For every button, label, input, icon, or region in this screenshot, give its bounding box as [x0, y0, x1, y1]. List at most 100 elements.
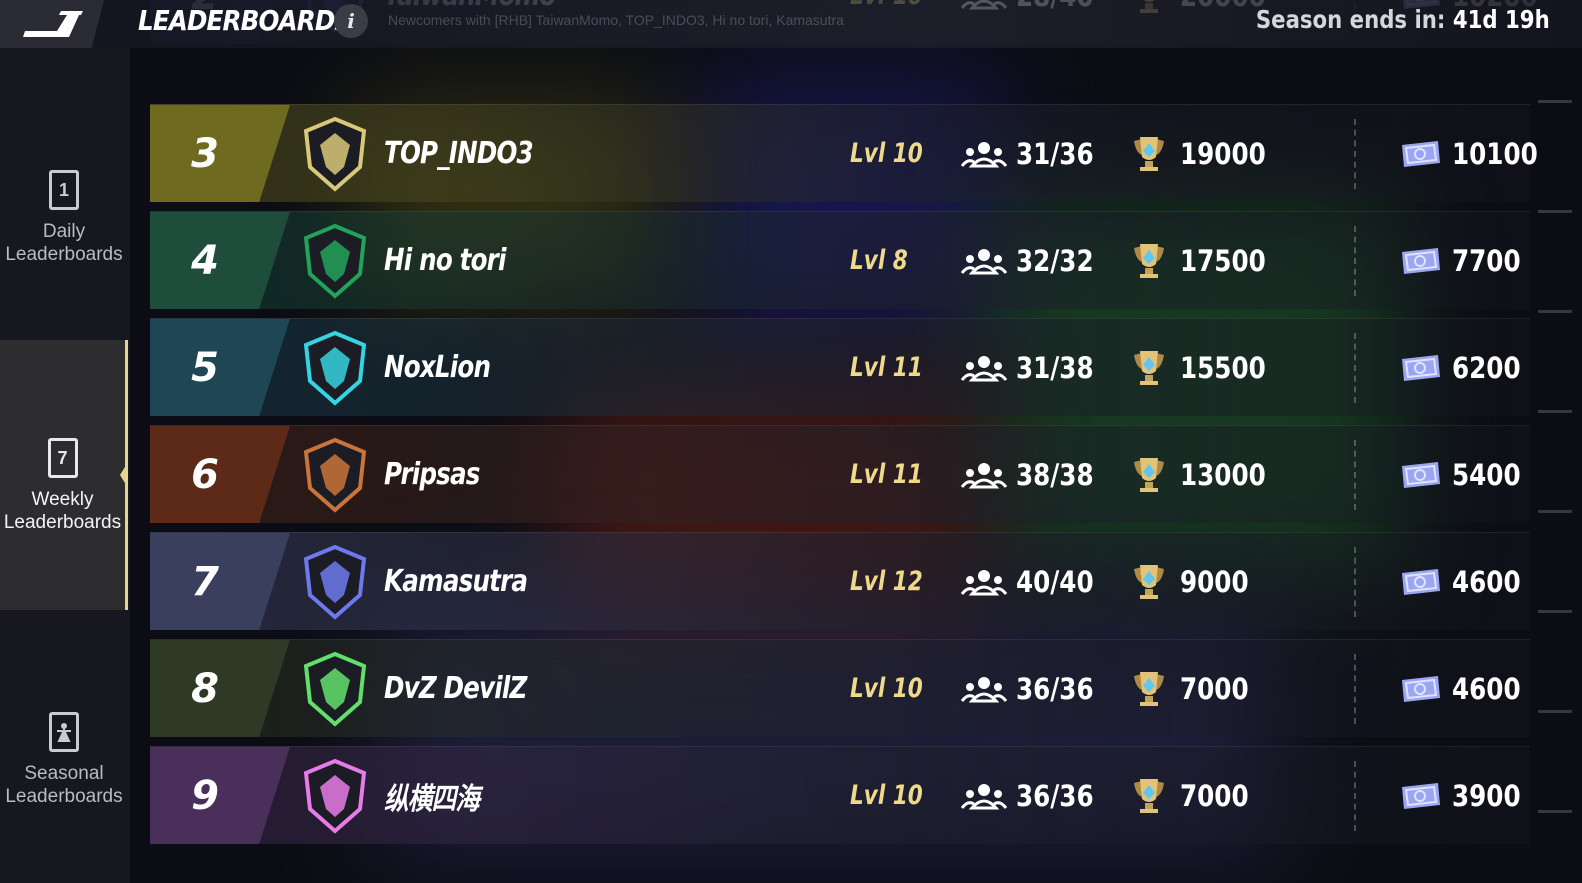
leaderboard-list: 2TaiwanMomoLvl 1028/4020000102003TOP_IND… [150, 0, 1582, 883]
ticket-reward: 3900 [1398, 747, 1533, 844]
members-icon [960, 248, 1008, 274]
sidebar-item-label: Daily Leaderboards [5, 221, 123, 265]
members-icon [960, 569, 1008, 595]
page-title: LEADERBOARDS [138, 4, 352, 37]
app-logo[interactable] [0, 0, 104, 48]
sidebar-item-label: Weekly Leaderboards [3, 489, 122, 533]
guild-name: 纵横四海 [384, 781, 480, 817]
sidebar-item-label: Seasonal Leaderboards [5, 763, 123, 807]
members-icon [960, 141, 1008, 167]
guild-emblem-icon [300, 650, 370, 728]
season-timer: Season ends in: 41d 19h [1256, 5, 1550, 34]
members-value: 36/36 [1016, 671, 1094, 706]
guild-level: Lvl 10 [850, 673, 923, 704]
active-indicator [120, 462, 128, 488]
ticket-icon [1402, 354, 1440, 381]
guild-level: Lvl 11 [850, 459, 923, 490]
scroll-indicator[interactable] [1532, 60, 1572, 860]
ticket-value: 7700 [1452, 243, 1521, 278]
member-count: 31/36 [960, 105, 1107, 202]
sidebar: 1 Daily Leaderboards 7 Weekly Leaderboar… [0, 48, 130, 883]
info-button[interactable]: i [334, 4, 368, 38]
guild-level: Lvl 11 [850, 352, 923, 383]
sidebar-item-daily[interactable]: 1 Daily Leaderboards [0, 170, 128, 320]
logo-icon [23, 11, 83, 37]
divider [1354, 119, 1356, 189]
members-value: 38/38 [1016, 457, 1094, 492]
ticket-reward: 5400 [1398, 426, 1533, 523]
guild-level: Lvl 10 [850, 138, 923, 169]
guild-emblem-icon [300, 222, 370, 300]
members-icon [960, 462, 1008, 488]
guild-emblem-icon [300, 757, 370, 835]
guild-emblem-icon [300, 115, 370, 193]
ticket-icon [1402, 140, 1440, 167]
rank-number: 4 [191, 237, 219, 284]
news-ticker: Newcomers with [RHB] TaiwanMomo, TOP_IND… [388, 12, 844, 28]
ticket-value: 4600 [1452, 671, 1521, 706]
leaderboard-row[interactable]: 4 Hi no tori Lvl 8 32/32 17500 7700 [150, 211, 1530, 309]
trophy-icon [1134, 243, 1164, 278]
guild-emblem-icon [300, 436, 370, 514]
member-count: 36/36 [960, 640, 1107, 737]
guild-name: Kamasutra [384, 564, 528, 599]
member-count: 38/38 [960, 426, 1107, 523]
guild-emblem-icon [300, 543, 370, 621]
sidebar-item-weekly[interactable]: 7 Weekly Leaderboards [0, 340, 128, 610]
ticket-value: 6200 [1452, 350, 1521, 385]
members-icon [960, 783, 1008, 809]
trophy-icon [1134, 136, 1164, 171]
ticket-value: 5400 [1452, 457, 1521, 492]
trophy-icon [1134, 350, 1164, 385]
leaderboard-row[interactable]: 3 TOP_INDO3 Lvl 10 31/36 19000 10100 [150, 104, 1538, 202]
trophy-icon [1134, 457, 1164, 492]
trophy-icon [1134, 564, 1164, 599]
trophy-score: 7000 [1128, 640, 1261, 737]
trophy-value: 13000 [1180, 457, 1266, 492]
members-value: 36/36 [1016, 778, 1094, 813]
members-value: 31/36 [1016, 136, 1094, 171]
divider [1354, 333, 1356, 403]
rank-number: 5 [191, 344, 219, 391]
guild-name: TOP_INDO3 [384, 136, 534, 171]
leaderboard-row[interactable]: 7 Kamasutra Lvl 12 40/40 9000 4600 [150, 532, 1530, 630]
seasonal-figure-icon [49, 712, 79, 752]
guild-level: Lvl 12 [850, 566, 923, 597]
ticket-reward: 4600 [1398, 640, 1533, 737]
divider [1354, 761, 1356, 831]
leaderboard-row[interactable]: 6 Pripsas Lvl 11 38/38 13000 5400 [150, 425, 1530, 523]
member-count: 40/40 [960, 533, 1107, 630]
ticket-value: 10100 [1452, 136, 1538, 171]
rank-number: 9 [191, 772, 219, 819]
trophy-value: 19000 [1180, 136, 1266, 171]
leaderboard-row[interactable]: 9 纵横四海 Lvl 10 36/36 7000 3900 [150, 746, 1530, 844]
trophy-icon [1134, 778, 1164, 813]
guild-name: NoxLion [384, 350, 491, 385]
members-icon [960, 355, 1008, 381]
calendar-week-icon: 7 [47, 438, 78, 478]
top-bar: LEADERBOARDS i Newcomers with [RHB] Taiw… [0, 0, 1582, 48]
trophy-score: 13000 [1128, 426, 1281, 523]
guild-level: Lvl 10 [850, 780, 923, 811]
trophy-score: 9000 [1128, 533, 1261, 630]
ticket-icon [1402, 675, 1440, 702]
trophy-score: 19000 [1128, 105, 1281, 202]
trophy-score: 17500 [1128, 212, 1281, 309]
calendar-day-icon: 1 [49, 170, 79, 210]
season-label: Season ends in: [1256, 5, 1446, 34]
leaderboard-row[interactable]: 8 DvZ DevilZ Lvl 10 36/36 7000 4600 [150, 639, 1530, 737]
season-value: 41d 19h [1453, 5, 1550, 34]
sidebar-item-seasonal[interactable]: Seasonal Leaderboards [0, 712, 128, 832]
divider [1354, 226, 1356, 296]
ticket-reward: 4600 [1398, 533, 1533, 630]
members-value: 40/40 [1016, 564, 1094, 599]
member-count: 36/36 [960, 747, 1107, 844]
divider [1354, 547, 1356, 617]
member-count: 31/38 [960, 319, 1107, 416]
leaderboard-row[interactable]: 5 NoxLion Lvl 11 31/38 15500 6200 [150, 318, 1530, 416]
rank-number: 8 [191, 665, 219, 712]
rank-number: 6 [191, 451, 219, 498]
trophy-value: 7000 [1180, 671, 1249, 706]
trophy-value: 7000 [1180, 778, 1249, 813]
members-value: 31/38 [1016, 350, 1094, 385]
